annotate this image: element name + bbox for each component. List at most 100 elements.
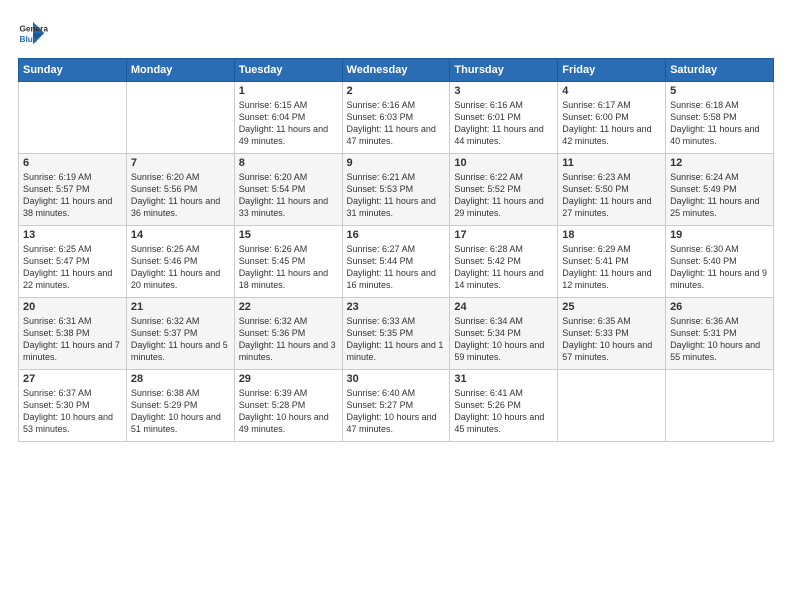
calendar-cell: 20Sunrise: 6:31 AMSunset: 5:38 PMDayligh… xyxy=(19,298,127,370)
calendar-cell: 28 Sunrise: 6:38 AMSunset: 5:29 PMDayligh… xyxy=(126,370,234,442)
day-info: Sunrise: 6:30 AMSunset: 5:40 PMDaylight:… xyxy=(670,243,769,292)
day-info: Sunrise: 6:18 AMSunset: 5:58 PMDaylight:… xyxy=(670,99,769,148)
calendar-cell: 8Sunrise: 6:20 AMSunset: 5:54 PMDaylight… xyxy=(234,154,342,226)
day-info: Sunrise: 6:23 AMSunset: 5:50 PMDaylight:… xyxy=(562,171,661,220)
calendar-cell: 22 Sunrise: 6:32 AMSunset: 5:36 PMDayligh… xyxy=(234,298,342,370)
svg-text:Blue: Blue xyxy=(20,35,38,44)
day-info: Sunrise: 6:33 AMSunset: 5:35 PMDaylight:… xyxy=(347,315,446,364)
calendar-table: SundayMondayTuesdayWednesdayThursdayFrid… xyxy=(18,58,774,442)
calendar-cell: 10Sunrise: 6:22 AMSunset: 5:52 PMDayligh… xyxy=(450,154,558,226)
day-info: Sunrise: 6:25 AMSunset: 5:47 PMDaylight:… xyxy=(23,243,122,292)
day-number: 22 xyxy=(239,301,338,313)
calendar-cell: 11 Sunrise: 6:23 AMSunset: 5:50 PMDayligh… xyxy=(558,154,666,226)
page: General Blue SundayMondayTuesdayWednesda… xyxy=(0,0,792,612)
weekday-header: Wednesday xyxy=(342,59,450,82)
calendar-cell: 18 Sunrise: 6:29 AMSunset: 5:41 PMDayligh… xyxy=(558,226,666,298)
calendar-cell: 3Sunrise: 6:16 AMSunset: 6:01 PMDaylight… xyxy=(450,82,558,154)
calendar-cell: 13 Sunrise: 6:25 AMSunset: 5:47 PMDayligh… xyxy=(19,226,127,298)
calendar-cell: 1Sunrise: 6:15 AMSunset: 6:04 PMDaylight… xyxy=(234,82,342,154)
day-number: 19 xyxy=(670,229,769,241)
day-number: 11 xyxy=(562,157,661,169)
day-number: 16 xyxy=(347,229,446,241)
calendar-cell xyxy=(19,82,127,154)
day-number: 5 xyxy=(670,85,769,97)
calendar-week-row: 13 Sunrise: 6:25 AMSunset: 5:47 PMDayligh… xyxy=(19,226,774,298)
day-number: 15 xyxy=(239,229,338,241)
calendar-cell: 25Sunrise: 6:35 AMSunset: 5:33 PMDayligh… xyxy=(558,298,666,370)
header: General Blue xyxy=(18,18,774,48)
day-info: Sunrise: 6:16 AMSunset: 6:01 PMDaylight:… xyxy=(454,99,553,148)
calendar-cell: 31 Sunrise: 6:41 AMSunset: 5:26 PMDayligh… xyxy=(450,370,558,442)
logo: General Blue xyxy=(18,18,48,48)
day-number: 29 xyxy=(239,373,338,385)
day-info: Sunrise: 6:20 AMSunset: 5:56 PMDaylight:… xyxy=(131,171,230,220)
day-number: 24 xyxy=(454,301,553,313)
calendar-cell: 15Sunrise: 6:26 AMSunset: 5:45 PMDayligh… xyxy=(234,226,342,298)
day-info: Sunrise: 6:17 AMSunset: 6:00 PMDaylight:… xyxy=(562,99,661,148)
calendar-week-row: 1Sunrise: 6:15 AMSunset: 6:04 PMDaylight… xyxy=(19,82,774,154)
day-info: Sunrise: 6:19 AMSunset: 5:57 PMDaylight:… xyxy=(23,171,122,220)
weekday-header: Tuesday xyxy=(234,59,342,82)
day-number: 9 xyxy=(347,157,446,169)
day-number: 7 xyxy=(131,157,230,169)
day-number: 4 xyxy=(562,85,661,97)
day-number: 2 xyxy=(347,85,446,97)
calendar-cell: 12Sunrise: 6:24 AMSunset: 5:49 PMDayligh… xyxy=(666,154,774,226)
weekday-header: Friday xyxy=(558,59,666,82)
calendar-week-row: 27Sunrise: 6:37 AMSunset: 5:30 PMDayligh… xyxy=(19,370,774,442)
calendar-cell: 21 Sunrise: 6:32 AMSunset: 5:37 PMDayligh… xyxy=(126,298,234,370)
day-info: Sunrise: 6:31 AMSunset: 5:38 PMDaylight:… xyxy=(23,315,122,364)
day-number: 30 xyxy=(347,373,446,385)
day-info: Sunrise: 6:25 AMSunset: 5:46 PMDaylight:… xyxy=(131,243,230,292)
calendar-cell: 19 Sunrise: 6:30 AMSunset: 5:40 PMDayligh… xyxy=(666,226,774,298)
day-info: Sunrise: 6:21 AMSunset: 5:53 PMDaylight:… xyxy=(347,171,446,220)
day-info: Sunrise: 6:28 AMSunset: 5:42 PMDaylight:… xyxy=(454,243,553,292)
calendar-cell: 9 Sunrise: 6:21 AMSunset: 5:53 PMDaylight… xyxy=(342,154,450,226)
calendar-cell: 7 Sunrise: 6:20 AMSunset: 5:56 PMDaylight… xyxy=(126,154,234,226)
calendar-cell: 30 Sunrise: 6:40 AMSunset: 5:27 PMDayligh… xyxy=(342,370,450,442)
day-info: Sunrise: 6:34 AMSunset: 5:34 PMDaylight:… xyxy=(454,315,553,364)
header-row: SundayMondayTuesdayWednesdayThursdayFrid… xyxy=(19,59,774,82)
day-number: 31 xyxy=(454,373,553,385)
day-number: 13 xyxy=(23,229,122,241)
day-number: 23 xyxy=(347,301,446,313)
calendar-cell xyxy=(666,370,774,442)
calendar-week-row: 6Sunrise: 6:19 AMSunset: 5:57 PMDaylight… xyxy=(19,154,774,226)
calendar-cell xyxy=(558,370,666,442)
day-info: Sunrise: 6:37 AMSunset: 5:30 PMDaylight:… xyxy=(23,387,122,436)
day-info: Sunrise: 6:36 AMSunset: 5:31 PMDaylight:… xyxy=(670,315,769,364)
calendar-cell: 4 Sunrise: 6:17 AMSunset: 6:00 PMDaylight… xyxy=(558,82,666,154)
day-number: 26 xyxy=(670,301,769,313)
day-info: Sunrise: 6:24 AMSunset: 5:49 PMDaylight:… xyxy=(670,171,769,220)
calendar-cell: 26 Sunrise: 6:36 AMSunset: 5:31 PMDayligh… xyxy=(666,298,774,370)
day-info: Sunrise: 6:39 AMSunset: 5:28 PMDaylight:… xyxy=(239,387,338,436)
day-number: 25 xyxy=(562,301,661,313)
calendar-week-row: 20Sunrise: 6:31 AMSunset: 5:38 PMDayligh… xyxy=(19,298,774,370)
day-number: 28 xyxy=(131,373,230,385)
logo-icon: General Blue xyxy=(18,18,48,48)
calendar-cell: 16 Sunrise: 6:27 AMSunset: 5:44 PMDayligh… xyxy=(342,226,450,298)
calendar-cell: 17 Sunrise: 6:28 AMSunset: 5:42 PMDayligh… xyxy=(450,226,558,298)
day-info: Sunrise: 6:29 AMSunset: 5:41 PMDaylight:… xyxy=(562,243,661,292)
day-number: 17 xyxy=(454,229,553,241)
day-info: Sunrise: 6:16 AMSunset: 6:03 PMDaylight:… xyxy=(347,99,446,148)
day-number: 21 xyxy=(131,301,230,313)
weekday-header: Saturday xyxy=(666,59,774,82)
day-info: Sunrise: 6:41 AMSunset: 5:26 PMDaylight:… xyxy=(454,387,553,436)
day-info: Sunrise: 6:27 AMSunset: 5:44 PMDaylight:… xyxy=(347,243,446,292)
calendar-cell: 14Sunrise: 6:25 AMSunset: 5:46 PMDayligh… xyxy=(126,226,234,298)
day-info: Sunrise: 6:32 AMSunset: 5:37 PMDaylight:… xyxy=(131,315,230,364)
weekday-header: Thursday xyxy=(450,59,558,82)
day-number: 1 xyxy=(239,85,338,97)
calendar-cell: 6Sunrise: 6:19 AMSunset: 5:57 PMDaylight… xyxy=(19,154,127,226)
day-info: Sunrise: 6:40 AMSunset: 5:27 PMDaylight:… xyxy=(347,387,446,436)
calendar-cell: 5 Sunrise: 6:18 AMSunset: 5:58 PMDaylight… xyxy=(666,82,774,154)
day-info: Sunrise: 6:22 AMSunset: 5:52 PMDaylight:… xyxy=(454,171,553,220)
weekday-header: Monday xyxy=(126,59,234,82)
calendar-cell: 24 Sunrise: 6:34 AMSunset: 5:34 PMDayligh… xyxy=(450,298,558,370)
day-info: Sunrise: 6:38 AMSunset: 5:29 PMDaylight:… xyxy=(131,387,230,436)
day-info: Sunrise: 6:32 AMSunset: 5:36 PMDaylight:… xyxy=(239,315,338,364)
calendar-cell: 27Sunrise: 6:37 AMSunset: 5:30 PMDayligh… xyxy=(19,370,127,442)
day-number: 18 xyxy=(562,229,661,241)
calendar-cell: 2 Sunrise: 6:16 AMSunset: 6:03 PMDaylight… xyxy=(342,82,450,154)
